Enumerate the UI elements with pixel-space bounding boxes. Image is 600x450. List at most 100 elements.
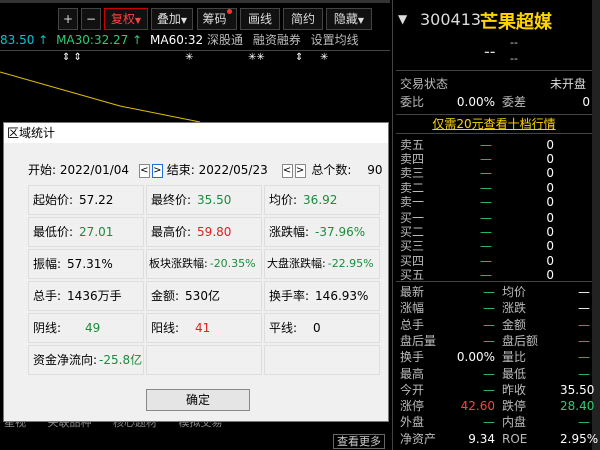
ma10-value: 83.50 ↑ (0, 33, 49, 47)
quote-stat-row: 净资产 9.34 ROE 2.95% (400, 431, 600, 448)
setting-link[interactable]: 设置均线 (311, 33, 359, 47)
junjia-cell: 均价: 36.92 (264, 185, 380, 215)
divider (396, 70, 592, 71)
zhangdie-cell: 涨跌幅: -37.96% (264, 217, 380, 247)
start-next-button[interactable]: > (151, 163, 163, 178)
ma-bar: 83.50 ↑ MA30:32.27 ↑ MA60:32 深股通 融资融券 设置… (0, 32, 390, 49)
stat-label: 总手 (400, 317, 425, 332)
zijin-value: -25.8亿 (99, 353, 143, 367)
huanshou-cell: 换手率: 146.93% (264, 281, 380, 311)
quote-stat-row: 外盘 — 内盘 — (400, 414, 600, 431)
pingxian-cell: 平线: 0 (264, 313, 380, 343)
stat-value: 9.34 (468, 431, 495, 446)
order-book-row[interactable]: 卖四 — 0 (400, 152, 600, 166)
date-range-row: 开始: 2022/01/04 < > 结束: 2022/05/23 < > 总个数:… (28, 161, 383, 179)
stat-label: 盘后额 (502, 333, 539, 348)
junjia-value: 36.92 (303, 193, 338, 207)
order-book-row[interactable]: 卖五 — 0 (400, 138, 600, 152)
start-date: 2022/01/04 (59, 163, 130, 177)
dapan-cell: 大盘涨跌幅: -22.95% (264, 249, 380, 279)
rongzi-link[interactable]: 融资融券 (253, 33, 301, 47)
empty-cell (264, 345, 380, 375)
order-volume: 0 (546, 267, 554, 282)
order-book-row[interactable]: 买一 — 0 (400, 211, 600, 225)
order-label: 卖四 (400, 152, 425, 167)
order-book-row[interactable]: 买四 — 0 (400, 254, 600, 268)
marker-icon: ✳ (320, 52, 329, 63)
order-book-row[interactable]: 买二 — 0 (400, 225, 600, 239)
view-more-button[interactable]: 查看更多 (333, 434, 385, 449)
stock-price: -- (484, 42, 496, 61)
qishi-cell: 起始价: 57.22 (28, 185, 144, 215)
chevron-down-icon[interactable]: ▼ (398, 12, 407, 26)
order-book-row[interactable]: 买三 — 0 (400, 239, 600, 253)
zijin-cell: 资金净流向: -25.8亿 (28, 345, 144, 375)
ad-banner[interactable]: 仅需20元查看十档行情 (396, 114, 592, 134)
stock-change: -- (510, 36, 518, 49)
end-next-button[interactable]: > (294, 163, 306, 178)
weibi-row: 委比 0.00% 委差 0 (400, 94, 600, 111)
shengu-link[interactable]: 深股通 (207, 33, 243, 47)
order-volume: 0 (546, 138, 554, 152)
yangxian-cell: 阳线: 41 (146, 313, 262, 343)
stat-label: 跌停 (502, 399, 527, 414)
order-price: — (480, 225, 492, 240)
quote-stat-row: 盘后量 — 盘后额 — (400, 333, 600, 350)
order-price: — (480, 253, 492, 268)
zhangdie-label: 涨跌幅: (269, 225, 310, 239)
minus-button[interactable]: − (81, 8, 101, 30)
stat-label: 最低 (502, 366, 527, 381)
quote-stat-row: 最新 — 均价 — (400, 284, 600, 301)
stat-value: — (483, 382, 495, 397)
stock-header: ▼ 300413 芒果超媒 (396, 10, 592, 33)
red-dot-icon (226, 9, 232, 14)
zongshou-value: 1436万手 (67, 289, 122, 303)
ma-line (0, 71, 121, 107)
zongshou-label: 总手: (33, 289, 62, 303)
order-book-row[interactable]: 卖三 — 0 (400, 166, 600, 180)
order-volume: 0 (546, 211, 554, 225)
stat-value: 0.00% (456, 350, 495, 365)
stat-value: — (578, 317, 590, 332)
stat-value: 35.50 (560, 382, 595, 397)
stat-value: 42.60 (460, 399, 495, 414)
quote-stat-row: 换手 0.00% 量比 — (400, 349, 600, 366)
stat-label: ROE (502, 431, 528, 446)
order-label: 买四 (400, 253, 425, 268)
bankuai-value: -20.35% (209, 257, 256, 270)
order-price: — (480, 152, 492, 167)
zuidi-cell: 最低价: 27.01 (28, 217, 144, 247)
huaxian-button[interactable]: 画线 (240, 8, 280, 30)
zhangdie-value: -37.96% (315, 225, 366, 239)
order-price: — (480, 211, 492, 225)
junjia-label: 均价: (269, 193, 298, 207)
order-book-row[interactable]: 买五 — 0 (400, 268, 600, 282)
range-stats-dialog: 区域统计 开始: 2022/01/04 < > 结束: 2022/05/23 < >… (3, 122, 389, 422)
diejia-button[interactable]: 叠加▼ (151, 8, 193, 30)
order-label: 买三 (400, 239, 425, 254)
end-prev-button[interactable]: < (281, 163, 293, 178)
quote-stat-row: 今开 — 昨收 35.50 (400, 382, 600, 399)
order-volume: 0 (546, 225, 554, 240)
stat-label: 涨停 (400, 399, 425, 414)
fuquan-button[interactable]: 复权▼ (104, 8, 148, 30)
yangxian-value: 41 (195, 321, 211, 335)
yincang-button[interactable]: 隐藏▼ (326, 8, 372, 30)
diejia-label: 叠加 (156, 12, 181, 26)
marker-icon: ⇕ ⇕ (62, 52, 82, 63)
jianyue-button[interactable]: 简约 (283, 8, 323, 30)
order-book-row[interactable]: 卖一 — 0 (400, 195, 600, 209)
ma30-value: MA30:32.27 ↑ (56, 33, 143, 47)
start-prev-button[interactable]: < (138, 163, 150, 178)
ok-button[interactable]: 确定 (146, 389, 250, 411)
plus-button[interactable]: + (58, 8, 78, 30)
order-price: — (480, 239, 492, 254)
bankuai-cell: 板块涨跌幅: -20.35% (146, 249, 262, 279)
jine-value: 530亿 (185, 289, 220, 303)
quote-stat-row: 最高 — 最低 — (400, 366, 600, 383)
order-book-row[interactable]: 卖二 — 0 (400, 181, 600, 195)
marker-icon: ⇕ (295, 52, 304, 63)
stat-value: — (483, 333, 495, 348)
yangxian-label: 阳线: (151, 321, 180, 335)
chouma-button[interactable]: 筹码 (197, 8, 237, 30)
